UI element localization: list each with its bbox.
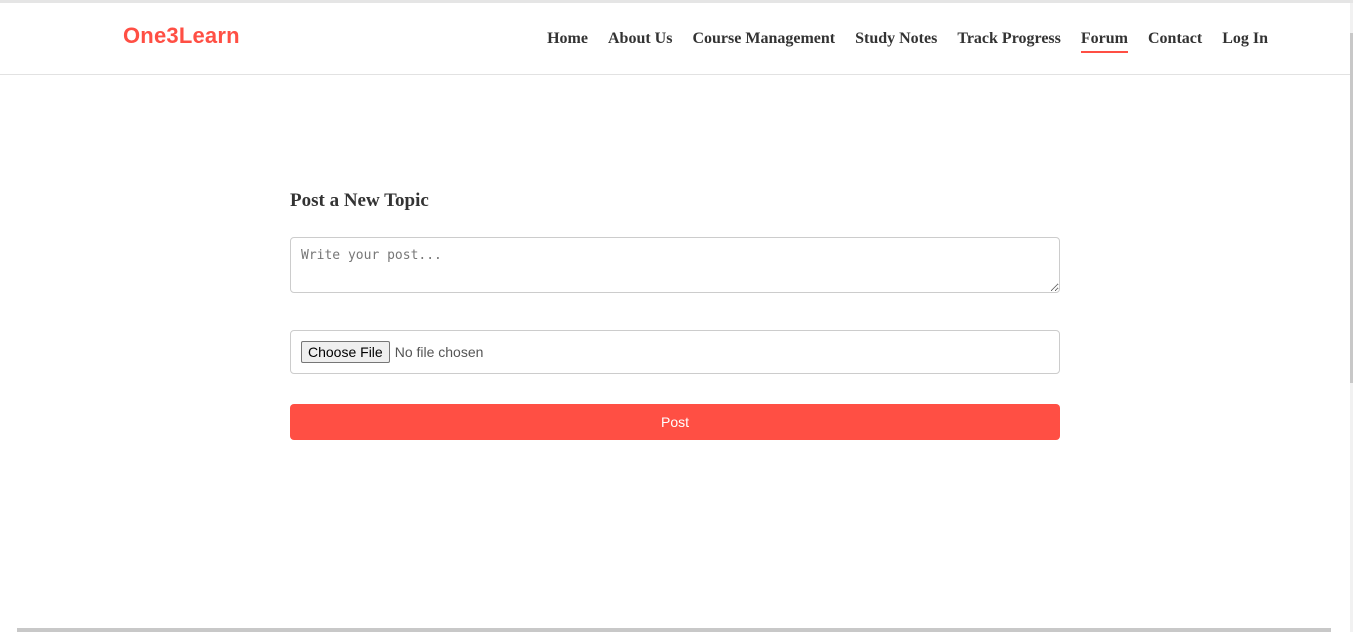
nav-course-management[interactable]: Course Management <box>692 30 835 53</box>
file-upload-field[interactable]: Choose File No file chosen <box>290 330 1060 374</box>
nav-study-notes[interactable]: Study Notes <box>855 30 937 53</box>
main-nav: Home About Us Course Management Study No… <box>527 30 1268 53</box>
nav-forum[interactable]: Forum <box>1080 30 1128 53</box>
choose-file-button[interactable]: Choose File <box>301 341 390 363</box>
nav-log-in[interactable]: Log In <box>1222 30 1268 53</box>
form-title: Post a New Topic <box>290 190 429 211</box>
file-status-text: No file chosen <box>394 344 484 360</box>
site-header: One3Learn Home About Us Course Managemen… <box>0 3 1350 75</box>
nav-track-progress[interactable]: Track Progress <box>957 30 1061 53</box>
post-button[interactable]: Post <box>290 404 1060 440</box>
post-textarea[interactable] <box>290 237 1060 293</box>
horizontal-scrollbar[interactable] <box>17 628 1331 632</box>
logo[interactable]: One3Learn <box>123 23 240 49</box>
nav-home[interactable]: Home <box>547 30 588 53</box>
new-topic-form: Post a New Topic Choose File No file cho… <box>290 190 1060 440</box>
nav-contact[interactable]: Contact <box>1148 30 1202 53</box>
nav-about-us[interactable]: About Us <box>608 30 672 53</box>
